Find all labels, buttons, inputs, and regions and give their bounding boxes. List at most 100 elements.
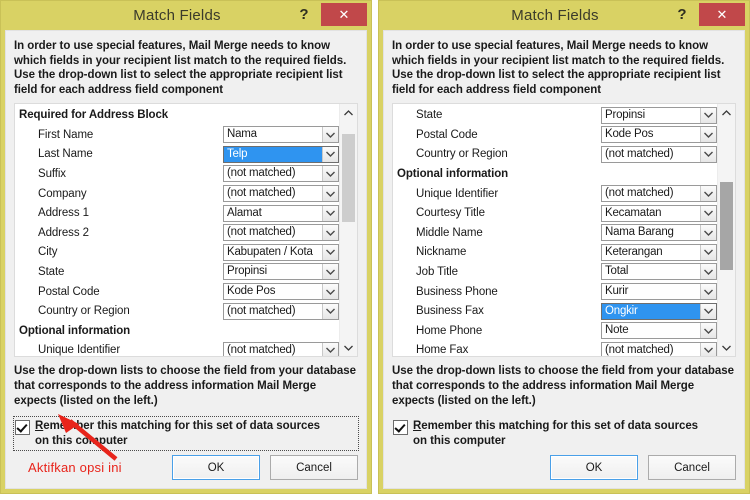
field-row[interactable]: Unique Identifier (not matched) xyxy=(393,184,717,204)
hint-text: Use the drop-down lists to choose the fi… xyxy=(14,365,356,407)
field-mapping-dropdown[interactable]: Telp xyxy=(223,145,339,163)
field-mapping-dropdown[interactable]: Nama Barang xyxy=(601,224,717,242)
field-row[interactable]: Country or Region (not matched) xyxy=(393,145,717,165)
checkbox-checked-icon[interactable] xyxy=(393,420,408,436)
scrollbar-thumb[interactable] xyxy=(342,134,355,222)
chevron-down-icon[interactable] xyxy=(700,107,716,123)
field-row[interactable]: Last Name Telp xyxy=(15,145,339,165)
field-mapping-dropdown[interactable]: Ongkir xyxy=(601,302,717,320)
field-mapping-dropdown[interactable]: Kode Pos xyxy=(223,283,339,301)
field-row[interactable]: Courtesy Title Kecamatan xyxy=(393,203,717,223)
remember-matching-label[interactable]: Remember this matching for this set of d… xyxy=(408,419,705,448)
chevron-down-icon[interactable] xyxy=(322,205,338,221)
cancel-button[interactable]: Cancel xyxy=(270,455,358,480)
field-row[interactable]: Company (not matched) xyxy=(15,184,339,204)
field-mapping-dropdown[interactable]: Propinsi xyxy=(601,106,717,124)
chevron-down-icon[interactable] xyxy=(322,146,338,162)
remember-matching-checkbox-row[interactable]: Remember this matching for this set of d… xyxy=(392,417,736,450)
field-mapping-dropdown[interactable]: (not matched) xyxy=(223,185,339,203)
field-mapping-dropdown[interactable]: Keterangan xyxy=(601,243,717,261)
field-row[interactable]: Suffix (not matched) xyxy=(15,164,339,184)
scrollbar-thumb[interactable] xyxy=(720,182,733,270)
checkbox-checked-icon[interactable] xyxy=(15,420,30,436)
help-icon[interactable]: ? xyxy=(293,2,315,26)
field-row[interactable]: Job Title Total xyxy=(393,262,717,282)
field-mapping-dropdown[interactable]: Note xyxy=(601,322,717,340)
dropdown-value: Telp xyxy=(224,146,322,162)
close-icon[interactable]: ✕ xyxy=(321,3,367,26)
field-mapping-dropdown[interactable]: Kabupaten / Kota xyxy=(223,243,339,261)
chevron-down-icon[interactable] xyxy=(322,225,338,241)
help-icon[interactable]: ? xyxy=(671,2,693,26)
titlebar-right[interactable]: Match Fields ? ✕ xyxy=(379,1,749,30)
chevron-down-icon[interactable] xyxy=(700,264,716,280)
chevron-down-icon[interactable] xyxy=(322,186,338,202)
field-row[interactable]: Country or Region (not matched) xyxy=(15,301,339,321)
scroll-up-icon[interactable] xyxy=(340,104,357,121)
field-row[interactable]: Home Phone Note xyxy=(393,321,717,341)
chevron-down-icon[interactable] xyxy=(700,186,716,202)
chevron-down-icon[interactable] xyxy=(700,225,716,241)
chevron-down-icon[interactable] xyxy=(700,303,716,319)
field-row[interactable]: City Kabupaten / Kota xyxy=(15,243,339,263)
field-mapping-dropdown[interactable]: Nama xyxy=(223,126,339,144)
chevron-down-icon[interactable] xyxy=(700,127,716,143)
field-row[interactable]: State Propinsi xyxy=(15,262,339,282)
dropdown-value: (not matched) xyxy=(227,167,296,180)
chevron-down-icon[interactable] xyxy=(322,127,338,143)
ok-button[interactable]: OK xyxy=(550,455,638,480)
chevron-down-icon[interactable] xyxy=(700,342,716,357)
field-row[interactable]: Nickname Keterangan xyxy=(393,243,717,263)
field-mapping-dropdown[interactable]: Propinsi xyxy=(223,263,339,281)
chevron-down-icon[interactable] xyxy=(322,264,338,280)
field-mapping-dropdown[interactable]: (not matched) xyxy=(223,341,339,357)
chevron-down-icon[interactable] xyxy=(700,323,716,339)
scroll-down-icon[interactable] xyxy=(340,339,357,356)
field-mapping-dropdown[interactable]: (not matched) xyxy=(601,145,717,163)
field-row[interactable]: State Propinsi xyxy=(393,105,717,125)
chevron-down-icon[interactable] xyxy=(322,303,338,319)
field-row[interactable]: Home Fax (not matched) xyxy=(393,341,717,357)
dialog-body-right: In order to use special features, Mail M… xyxy=(383,30,745,489)
chevron-down-icon[interactable] xyxy=(700,244,716,260)
remember-matching-checkbox-row[interactable]: Remember this matching for this set of d… xyxy=(13,416,359,452)
close-icon[interactable]: ✕ xyxy=(699,3,745,26)
chevron-down-icon[interactable] xyxy=(700,284,716,300)
field-mapping-dropdown[interactable]: (not matched) xyxy=(223,224,339,242)
chevron-down-icon[interactable] xyxy=(700,146,716,162)
field-row[interactable]: Postal Code Kode Pos xyxy=(393,125,717,145)
field-mapping-dropdown[interactable]: Kurir xyxy=(601,283,717,301)
remember-matching-label[interactable]: Remember this matching for this set of d… xyxy=(30,419,327,448)
chevron-down-icon[interactable] xyxy=(322,342,338,357)
chevron-down-icon[interactable] xyxy=(322,244,338,260)
titlebar-left[interactable]: Match Fields ? ✕ xyxy=(1,1,371,30)
ok-button[interactable]: OK xyxy=(172,455,260,480)
chevron-down-icon[interactable] xyxy=(700,205,716,221)
field-mapping-dropdown[interactable]: Kode Pos xyxy=(601,126,717,144)
field-mapping-dropdown[interactable]: Total xyxy=(601,263,717,281)
field-label: Postal Code xyxy=(38,285,100,298)
field-mapping-dropdown[interactable]: Alamat xyxy=(223,204,339,222)
scroll-down-icon[interactable] xyxy=(718,339,735,356)
field-label: City xyxy=(38,246,58,259)
scroll-up-icon[interactable] xyxy=(718,104,735,121)
field-row[interactable]: Unique Identifier (not matched) xyxy=(15,341,339,357)
field-row[interactable]: Postal Code Kode Pos xyxy=(15,282,339,302)
field-row[interactable]: Business Fax Ongkir xyxy=(393,301,717,321)
field-row[interactable]: Business Phone Kurir xyxy=(393,282,717,302)
field-mapping-dropdown[interactable]: (not matched) xyxy=(601,341,717,357)
field-label: State xyxy=(38,265,65,278)
field-row[interactable]: First Name Nama xyxy=(15,125,339,145)
field-mapping-dropdown[interactable]: Kecamatan xyxy=(601,204,717,222)
chevron-down-icon[interactable] xyxy=(322,284,338,300)
field-mapping-dropdown[interactable]: (not matched) xyxy=(223,165,339,183)
list-scrollbar-right[interactable] xyxy=(717,104,735,357)
field-row[interactable]: Address 1 Alamat xyxy=(15,203,339,223)
field-row[interactable]: Address 2 (not matched) xyxy=(15,223,339,243)
list-scrollbar-left[interactable] xyxy=(339,104,357,357)
field-mapping-dropdown[interactable]: (not matched) xyxy=(223,302,339,320)
field-mapping-dropdown[interactable]: (not matched) xyxy=(601,185,717,203)
chevron-down-icon[interactable] xyxy=(322,166,338,182)
field-row[interactable]: Middle Name Nama Barang xyxy=(393,223,717,243)
cancel-button[interactable]: Cancel xyxy=(648,455,736,480)
